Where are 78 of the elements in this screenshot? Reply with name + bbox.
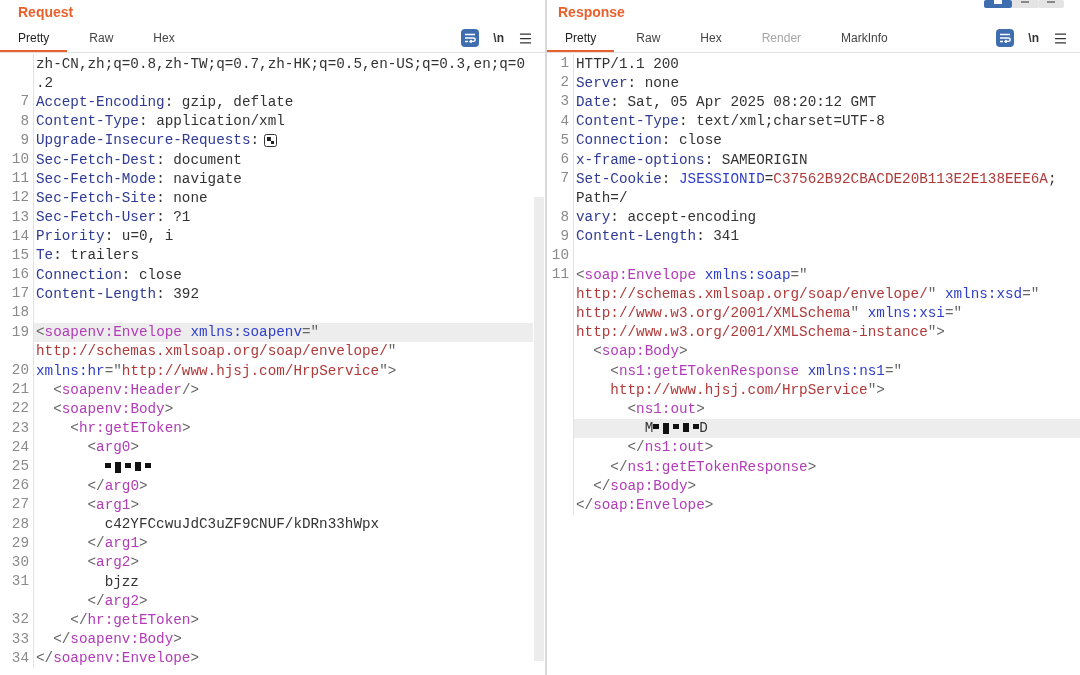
code-line: Accept-Encoding: gzip, deflate [35, 93, 294, 110]
cursor-icon [264, 133, 278, 147]
code-line: Date: Sat, 05 Apr 2025 08:20:12 GMT [575, 93, 877, 110]
code-line: </soapenv:Body> [52, 631, 182, 648]
redaction-mark [653, 421, 700, 436]
code-line: Sec-Fetch-Mode: navigate [35, 170, 242, 187]
code-line: xmlns:hr="http://www.hjsj.com/HrpService"> [35, 362, 397, 379]
code-line: <soapenv:Envelope xmlns:soapenv=" [35, 324, 320, 341]
layout-toggle-icon[interactable] [984, 0, 1064, 8]
view-tab[interactable]: Raw [71, 24, 132, 52]
code-line: <arg2> [86, 554, 139, 571]
code-line: </arg2> [86, 592, 148, 609]
code-line: </ns1:out> [626, 439, 714, 456]
redaction-mark [104, 459, 151, 474]
code-line: </ns1:getETokenResponse> [609, 458, 817, 475]
code-line: .2 [35, 74, 54, 91]
code-line: <soap:Body> [592, 343, 688, 360]
code-line: <hr:getEToken> [69, 420, 191, 437]
wrap-button[interactable] [461, 29, 480, 47]
wrap-button[interactable] [996, 29, 1015, 47]
code-line: <arg1> [86, 496, 139, 513]
code-line: Sec-Fetch-Site: none [35, 189, 208, 206]
code-line: <arg0> [86, 439, 139, 456]
code-line: <ns1:getETokenResponse xmlns:ns1=" [609, 362, 903, 379]
view-tab[interactable]: MarkInfo [823, 24, 906, 52]
code-line: </hr:getEToken> [69, 612, 200, 629]
code-line: http://schemas.xmlsoap.org/soap/envelope/" xmlns:xsd=" [575, 285, 1040, 302]
code-line: Content-Length: 392 [35, 285, 200, 302]
code-line: vary: accept-encoding [575, 209, 757, 226]
code-line: </arg0> [86, 477, 148, 494]
code-line: http://www.hjsj.com/HrpService"> [609, 381, 885, 398]
code-line: Set-Cookie: JSESSIONID=C37562B92CBACDE20B113E2E138EEE6A; [575, 170, 1057, 187]
code-line: </soap:Body> [592, 477, 697, 494]
code-line: x-frame-options: SAMEORIGIN [575, 151, 808, 168]
code-text: : [250, 132, 260, 149]
code-line: Content-Type: text/xml;charset=UTF-8 [575, 113, 885, 130]
code-line: HTTP/1.1 200 [575, 55, 679, 72]
panel-title: Response [558, 4, 625, 20]
code-line: zh-CN,zh;q=0.8,zh-TW;q=0.7,zh-HK;q=0.5,en-US;q=0.3,en;q=0 [35, 55, 526, 72]
menu-button[interactable] [518, 30, 533, 46]
code-line: </arg1> [86, 535, 148, 552]
code-text: Upgrade-Insecure-Requests [36, 132, 251, 149]
menu-button[interactable] [1053, 30, 1068, 46]
code-line: </soap:Envelope> [575, 496, 714, 513]
code-line: Sec-Fetch-Dest: document [35, 151, 242, 168]
code-line: http://www.w3.org/2001/XMLSchema" xmlns:xsi=" [575, 305, 963, 322]
code-text: D [699, 420, 708, 437]
code-line: http://schemas.xmlsoap.org/soap/envelope/" [35, 343, 397, 360]
wrap-icon [464, 33, 477, 43]
view-tab[interactable]: Hex [682, 24, 740, 52]
view-tab[interactable]: Pretty [547, 24, 615, 52]
code-line: Path=/ [575, 189, 628, 206]
line-number: 19 [0, 322, 34, 342]
code-line: <soapenv:Body> [52, 400, 174, 417]
code-line: Priority: u=0, i [35, 228, 174, 245]
wrap-icon [999, 33, 1012, 43]
view-tab[interactable]: Raw [618, 24, 679, 52]
view-tab[interactable]: Pretty [0, 24, 68, 52]
scrollbar-thumb[interactable] [534, 197, 544, 661]
code-line: <soapenv:Header/> [52, 381, 200, 398]
code-line: Content-Type: application/xml [35, 113, 285, 130]
panel-title: Request [18, 4, 74, 20]
code-line: Connection: close [575, 132, 722, 149]
code-line: Server: none [575, 74, 679, 91]
code-line: Connection: close [35, 266, 182, 283]
code-text: M [643, 420, 654, 437]
code-line: </soapenv:Envelope> [35, 650, 200, 667]
code-line: <ns1:out> [626, 400, 705, 417]
newline-toggle[interactable]: \n [1026, 31, 1041, 45]
code-line: Sec-Fetch-User: ?1 [35, 209, 191, 226]
code-line: <soap:Envelope xmlns:soap=" [575, 266, 808, 283]
code-line: Te: trailers [35, 247, 139, 264]
code-line: bjzz [103, 573, 139, 590]
code-line: http://www.w3.org/2001/XMLSchema-instance"> [575, 324, 945, 341]
code-line: c42YFCcwuJdC3uZF9CNUF/kDRn33hWpx [103, 516, 380, 533]
view-tab[interactable]: Hex [135, 24, 193, 52]
newline-toggle[interactable]: \n [491, 31, 506, 45]
code-line: Content-Length: 341 [575, 228, 740, 245]
